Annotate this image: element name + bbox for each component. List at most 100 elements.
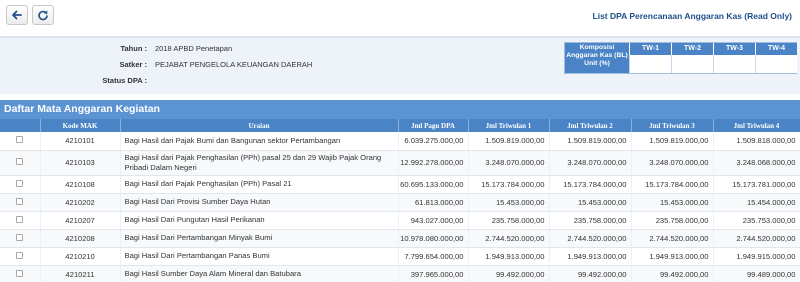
triwulan-4-cell: 1.509.818.000,00 xyxy=(713,132,800,151)
page-title: List DPA Perencanaan Anggaran Kas (Read … xyxy=(592,11,792,21)
pagu-cell: 60.695.133.000,00 xyxy=(398,175,469,194)
table-row[interactable]: 4210208 Bagi Hasil Dari Pertambangan Miny… xyxy=(0,229,800,248)
triwulan-4-cell: 235.753.000,00 xyxy=(713,211,800,230)
pagu-cell: 7.799.654.000,00 xyxy=(398,247,469,266)
triwulan-2-cell: 99.492.000,00 xyxy=(549,265,632,282)
col-header-tw4[interactable]: Jml Triwulan 4 xyxy=(713,119,800,132)
table-row[interactable]: 4210211 Bagi Hasil Sumber Daya Alam Miner… xyxy=(0,265,800,282)
uraian-cell: Bagi Hasil Dari Pertambangan Minyak Bumi xyxy=(120,229,399,248)
row-select-checkbox[interactable] xyxy=(16,269,24,277)
select-cell xyxy=(0,265,41,282)
pagu-cell: 943.027.000,00 xyxy=(398,211,469,230)
uraian-cell: Bagi Hasil Sumber Daya Alam Mineral dan … xyxy=(120,265,399,282)
row-select-checkbox[interactable] xyxy=(16,251,24,259)
triwulan-3-cell: 235.758.000,00 xyxy=(631,211,714,230)
info-row-satker: Satker : PEJABAT PENGELOLA KEUANGAN DAER… xyxy=(0,57,560,71)
triwulan-3-cell: 15.453.000,00 xyxy=(631,193,714,212)
select-cell xyxy=(0,229,41,248)
triwulan-2-cell: 235.758.000,00 xyxy=(549,211,632,230)
triwulan-1-cell: 235.758.000,00 xyxy=(468,211,550,230)
col-header-select xyxy=(0,119,41,132)
triwulan-4-cell: 15.454.000,00 xyxy=(713,193,800,212)
satker-label: Satker : xyxy=(119,59,147,69)
triwulan-4-cell: 15.173.781.000,00 xyxy=(713,175,800,194)
triwulan-3-cell: 1.509.819.000,00 xyxy=(631,132,714,151)
select-cell xyxy=(0,193,41,212)
triwulan-1-cell: 99.492.000,00 xyxy=(468,265,550,282)
uraian-cell: Bagi Hasil dari Pajak Penghasilan (PPh) … xyxy=(120,175,399,194)
triwulan-4-cell: 3.248.068.000,00 xyxy=(713,150,800,176)
col-header-tw3[interactable]: Jml Triwulan 3 xyxy=(631,119,714,132)
triwulan-3-cell: 15.173.784.000,00 xyxy=(631,175,714,194)
table-row[interactable]: 4210210 Bagi Hasil Dari Pertambangan Pana… xyxy=(0,247,800,266)
info-row-status: Status DPA : xyxy=(0,73,560,87)
triwulan-3-cell: 99.492.000,00 xyxy=(631,265,714,282)
table-row[interactable]: 4210108 Bagi Hasil dari Pajak Penghasilan… xyxy=(0,175,800,194)
komposisi-cell-tw2 xyxy=(671,55,713,73)
kode-mak-cell: 4210103 xyxy=(40,150,121,176)
refresh-icon xyxy=(38,10,48,21)
kode-mak-cell: 4210202 xyxy=(40,193,121,212)
toolbar: List DPA Perencanaan Anggaran Kas (Read … xyxy=(0,0,800,30)
satker-value: PEJABAT PENGELOLA KEUANGAN DAERAH xyxy=(155,59,313,69)
col-header-tw1[interactable]: Jml Triwulan 1 xyxy=(468,119,550,132)
back-button[interactable] xyxy=(6,5,28,25)
komposisi-cell-tw1 xyxy=(629,55,671,73)
row-select-checkbox[interactable] xyxy=(16,233,24,241)
col-header-tw2[interactable]: Jml Triwulan 2 xyxy=(549,119,632,132)
uraian-cell: Bagi Hasil Dari Pertambangan Panas Bumi xyxy=(120,247,399,266)
col-header-uraian[interactable]: Uraian xyxy=(120,119,399,132)
uraian-cell: Bagi Hasil dari Pajak Penghasilan (PPh) … xyxy=(120,150,399,176)
komposisi-cell-tw4 xyxy=(755,55,797,73)
kode-mak-cell: 4210108 xyxy=(40,175,121,194)
komposisi-col-tw1: TW-1 xyxy=(629,43,671,55)
col-header-pagu[interactable]: Jml Pagu DPA xyxy=(398,119,469,132)
triwulan-1-cell: 3.248.070.000,00 xyxy=(468,150,550,176)
tahun-value: 2018 APBD Penetapan xyxy=(155,43,233,53)
triwulan-1-cell: 15.453.000,00 xyxy=(468,193,550,212)
triwulan-1-cell: 15.173.784.000,00 xyxy=(468,175,550,194)
table-header-row: Kode MAK Uraian Jml Pagu DPA Jml Triwula… xyxy=(0,119,800,132)
triwulan-2-cell: 15.173.784.000,00 xyxy=(549,175,632,194)
row-select-checkbox[interactable] xyxy=(16,136,24,144)
row-select-checkbox[interactable] xyxy=(16,179,24,187)
refresh-button[interactable] xyxy=(32,5,54,25)
info-row-tahun: Tahun : 2018 APBD Penetapan xyxy=(0,41,560,55)
komposisi-table: Komposisi Anggaran Kas (BL) Unit (%) TW-… xyxy=(564,42,797,74)
triwulan-3-cell: 2.744.520.000,00 xyxy=(631,229,714,248)
tahun-label: Tahun : xyxy=(120,43,147,53)
triwulan-2-cell: 1.949.913.000,00 xyxy=(549,247,632,266)
table-row[interactable]: 4210101 Bagi Hasil dari Pajak Bumi dan Ba… xyxy=(0,132,800,151)
table-row[interactable]: 4210207 Bagi Hasil Dari Pungutan Hasil Pe… xyxy=(0,211,800,230)
uraian-cell: Bagi Hasil Dari Provisi Sumber Daya Huta… xyxy=(120,193,399,212)
arrow-left-icon xyxy=(12,10,22,20)
triwulan-4-cell: 1.949.915.000,00 xyxy=(713,247,800,266)
kode-mak-cell: 4210208 xyxy=(40,229,121,248)
section-title: Daftar Mata Anggaran Kegiatan xyxy=(0,100,800,119)
komposisi-col-tw4: TW-4 xyxy=(755,43,797,55)
select-cell xyxy=(0,132,41,151)
triwulan-2-cell: 3.248.070.000,00 xyxy=(549,150,632,176)
table-row[interactable]: 4210202 Bagi Hasil Dari Provisi Sumber Da… xyxy=(0,193,800,212)
mak-table: Kode MAK Uraian Jml Pagu DPA Jml Triwula… xyxy=(0,119,800,282)
select-cell xyxy=(0,211,41,230)
triwulan-4-cell: 99.489.000,00 xyxy=(713,265,800,282)
table-row[interactable]: 4210103 Bagi Hasil dari Pajak Penghasilan… xyxy=(0,150,800,176)
kode-mak-cell: 4210210 xyxy=(40,247,121,266)
triwulan-2-cell: 1.509.819.000,00 xyxy=(549,132,632,151)
komposisi-cell-tw3 xyxy=(713,55,755,73)
pagu-cell: 61.813.000,00 xyxy=(398,193,469,212)
status-label: Status DPA : xyxy=(102,75,147,85)
triwulan-1-cell: 1.509.819.000,00 xyxy=(468,132,550,151)
select-cell xyxy=(0,175,41,194)
pagu-cell: 10.978.080.000,00 xyxy=(398,229,469,248)
row-select-checkbox[interactable] xyxy=(16,158,24,165)
row-select-checkbox[interactable] xyxy=(16,215,24,223)
pagu-cell: 397.965.000,00 xyxy=(398,265,469,282)
komposisi-header: Komposisi Anggaran Kas (BL) Unit (%) xyxy=(565,43,629,73)
pagu-cell: 12.992.278.000,00 xyxy=(398,150,469,176)
row-select-checkbox[interactable] xyxy=(16,197,24,205)
pagu-cell: 6.039.275.000,00 xyxy=(398,132,469,151)
col-header-kode[interactable]: Kode MAK xyxy=(40,119,121,132)
triwulan-2-cell: 2.744.520.000,00 xyxy=(549,229,632,248)
